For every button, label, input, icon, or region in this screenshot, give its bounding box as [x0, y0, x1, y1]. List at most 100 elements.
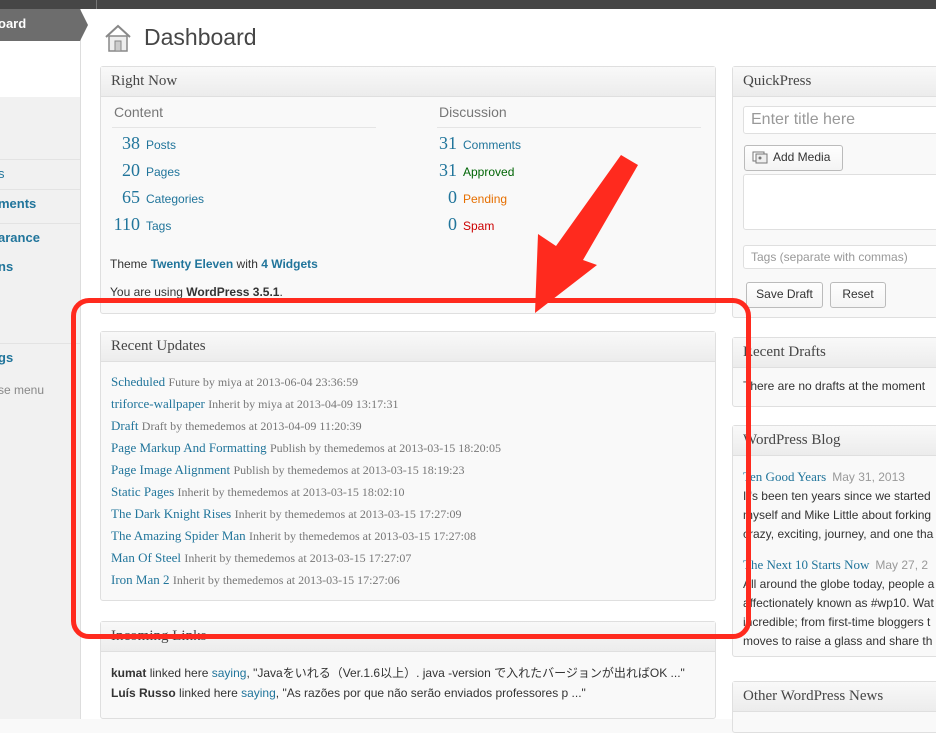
update-title-link[interactable]: Static Pages [111, 484, 174, 499]
blog-post-excerpt: moves to raise a glass and share th [743, 634, 933, 648]
stat-label: Posts [146, 138, 177, 152]
divider [112, 127, 376, 128]
sidebar-item-comments[interactable]: ments [0, 189, 80, 219]
widgets-link[interactable]: 4 Widgets [261, 257, 318, 271]
theme-prefix: Theme [110, 257, 148, 271]
add-media-button[interactable]: Add Media [744, 145, 843, 171]
blog-post-link[interactable]: Ten Good Years [743, 469, 826, 484]
sidebar-item-label: ns [0, 259, 14, 274]
incoming-link-item: Luís Russo linked here saying, "As razõe… [111, 686, 586, 700]
stat-count: 20 [122, 160, 140, 180]
collapse-menu[interactable]: se menu [0, 376, 80, 405]
update-title-link[interactable]: The Dark Knight Rises [111, 506, 231, 521]
update-title-link[interactable]: Scheduled [111, 374, 165, 389]
sidebar-item-plugins[interactable]: ns [0, 253, 80, 282]
sidebar-item-posts[interactable]: s [0, 159, 80, 189]
stat-count: 31 [439, 133, 457, 153]
widget-title[interactable]: Right Now [101, 67, 715, 97]
update-title-link[interactable]: Iron Man 2 [111, 572, 170, 587]
blog-post-excerpt: myself and Mike Little about forking [743, 508, 932, 522]
blog-post-date: May 31, 2013 [832, 470, 905, 484]
title-placeholder: Enter title here [751, 111, 856, 128]
widget-title[interactable]: Other WordPress News [733, 682, 936, 712]
blog-post-title: Ten Good Years May 31, 2013 [743, 469, 905, 485]
admin-sidebar: oard s ments arance ns gs se menu [0, 9, 88, 719]
update-item: Page Markup And Formatting Publish by th… [111, 440, 501, 456]
collapse-menu-label: se menu [0, 383, 45, 397]
version-suffix: . [279, 285, 283, 299]
blog-post-excerpt: incredible; from first-time bloggers t [743, 615, 931, 629]
link-quote: , "Javaをいれる（Ver.1.6以上）. java -version で入… [246, 666, 685, 680]
sidebar-item-appearance[interactable]: arance [0, 223, 80, 253]
update-item: Page Image Alignment Publish by themedem… [111, 462, 464, 478]
stat-pages[interactable]: 20 Pages [110, 160, 180, 182]
sidebar-item-label: arance [0, 230, 40, 245]
update-meta: Inherit by themedemos at 2013-03-15 17:2… [249, 529, 476, 543]
link-text: linked here [179, 686, 238, 700]
blog-post-date: May 27, 2 [875, 558, 929, 572]
stat-comments[interactable]: 31 Comments [432, 133, 521, 155]
admin-bar-separator [96, 0, 97, 9]
stat-spam[interactable]: 0 Spam [432, 214, 494, 236]
content-heading: Content [114, 104, 164, 120]
quickpress-title-input[interactable]: Enter title here [743, 106, 936, 134]
stat-posts[interactable]: 38 Posts [110, 133, 176, 155]
update-meta: Inherit by themedemos at 2013-03-15 17:2… [172, 573, 400, 587]
other-news-widget: Other WordPress News [732, 681, 936, 733]
blog-post-excerpt: crazy, exciting, journey, and one tha [743, 527, 934, 541]
sidebar-active-pointer [80, 9, 88, 41]
widget-title[interactable]: WordPress Blog [733, 426, 936, 456]
update-title-link[interactable]: Page Image Alignment [111, 462, 230, 477]
update-title-link[interactable]: triforce-wallpaper [111, 396, 205, 411]
update-meta: Future by miya at 2013-06-04 23:36:59 [168, 375, 359, 389]
update-title-link[interactable]: Page Markup And Formatting [111, 440, 267, 455]
link-user: Luís Russo [111, 686, 176, 700]
update-meta: Publish by themedemos at 2013-03-15 18:2… [269, 441, 501, 455]
update-meta: Inherit by themedemos at 2013-03-15 17:2… [184, 551, 412, 565]
blog-post-title: The Next 10 Starts Now May 27, 2 [743, 557, 928, 573]
widget-title[interactable]: Incoming Links [101, 622, 715, 652]
update-item: The Dark Knight Rises Inherit by themede… [111, 506, 462, 522]
update-title-link[interactable]: Man Of Steel [111, 550, 181, 565]
stat-label: Categories [146, 192, 205, 206]
stat-pending[interactable]: 0 Pending [432, 187, 507, 209]
update-item: triforce-wallpaper Inherit by miya at 20… [111, 396, 399, 412]
tags-placeholder: Tags (separate with commas) [751, 250, 908, 264]
update-item: Draft Draft by themedemos at 2013-04-09 … [111, 418, 362, 434]
stat-label: Spam [463, 219, 495, 233]
add-media-label: Add Media [773, 150, 831, 164]
sidebar-item-label: ments [0, 196, 37, 211]
saying-link[interactable]: saying [212, 666, 247, 680]
sidebar-submenu [0, 41, 80, 97]
stat-count: 38 [122, 133, 140, 153]
link-quote: , "As razões por que não serão enviados … [275, 686, 586, 700]
stat-count: 0 [448, 187, 457, 207]
blog-post-excerpt: affectionately known as #wp10. Wat [743, 596, 934, 610]
update-meta: Inherit by themedemos at 2013-03-15 18:0… [177, 485, 405, 499]
update-item: Scheduled Future by miya at 2013-06-04 2… [111, 374, 358, 390]
quickpress-tags-input[interactable]: Tags (separate with commas) [743, 245, 936, 269]
update-title-link[interactable]: Draft [111, 418, 138, 433]
widget-title[interactable]: Recent Drafts [733, 338, 936, 368]
stat-categories[interactable]: 65 Categories [110, 187, 204, 209]
blog-post-link[interactable]: The Next 10 Starts Now [743, 557, 869, 572]
sidebar-item-settings[interactable]: gs [0, 343, 80, 373]
stat-count: 65 [122, 187, 140, 207]
stat-approved[interactable]: 31 Approved [432, 160, 514, 182]
quickpress-content-textarea[interactable] [743, 174, 936, 230]
sidebar-item-dashboard[interactable]: oard [0, 9, 80, 41]
blog-post-excerpt: All around the globe today, people a [743, 577, 935, 591]
widget-title[interactable]: Recent Updates [101, 332, 715, 362]
update-title-link[interactable]: The Amazing Spider Man [111, 528, 246, 543]
stat-tags[interactable]: 110 Tags [110, 214, 172, 236]
saying-link[interactable]: saying [241, 686, 276, 700]
update-meta: Publish by themedemos at 2013-03-15 18:1… [233, 463, 465, 477]
update-meta: Inherit by miya at 2013-04-09 13:17:31 [208, 397, 399, 411]
link-text: linked here [149, 666, 209, 680]
update-item: The Amazing Spider Man Inherit by themed… [111, 528, 476, 544]
widget-title[interactable]: QuickPress [733, 67, 936, 97]
theme-link[interactable]: Twenty Eleven [151, 257, 233, 271]
version-info: You are using WordPress 3.5.1. [110, 285, 283, 299]
reset-button[interactable]: Reset [830, 282, 886, 308]
save-draft-button[interactable]: Save Draft [746, 282, 823, 308]
